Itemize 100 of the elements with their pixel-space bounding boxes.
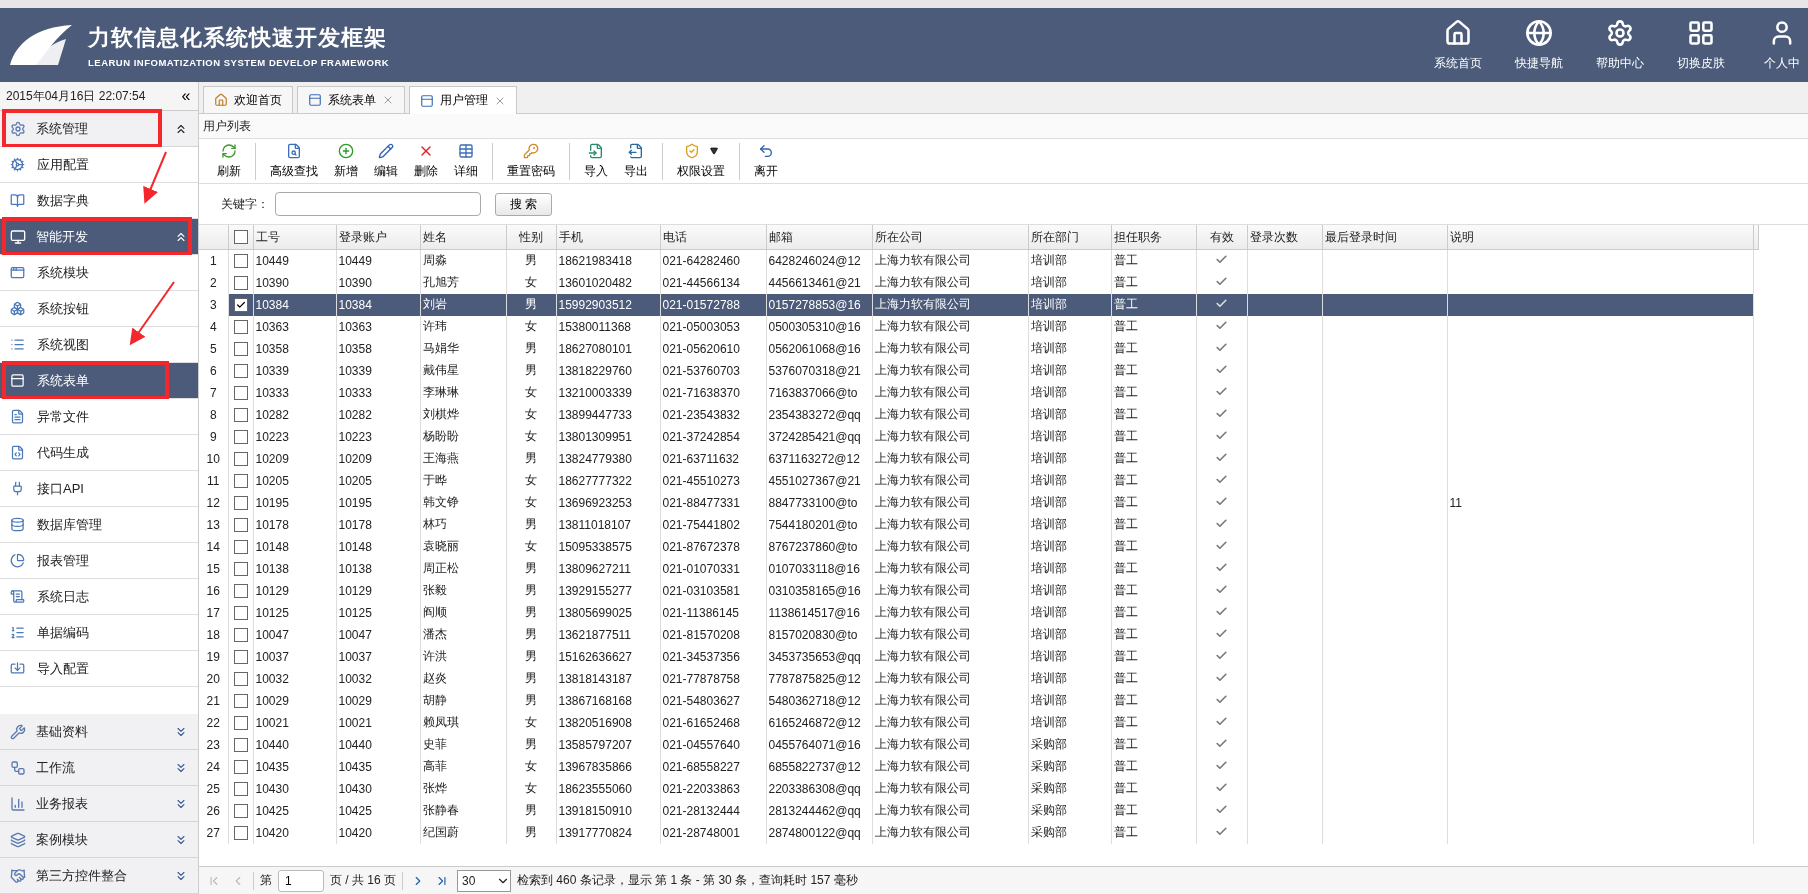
table-cell: 女 — [506, 315, 556, 338]
column-header[interactable]: 所在公司 — [872, 225, 1028, 250]
table-cell: 普工 — [1111, 667, 1196, 690]
row-checkbox[interactable] — [233, 429, 248, 444]
header-nav-button[interactable]: 快捷导航 — [1498, 18, 1579, 72]
column-header[interactable]: 邮箱 — [766, 225, 872, 250]
table-cell: 10384 — [336, 293, 420, 316]
toolbar-button[interactable]: 高级查找 — [262, 142, 326, 180]
toolbar-button[interactable]: 新增 — [326, 142, 366, 180]
sidebar-item[interactable]: 异常文件 — [0, 399, 198, 435]
row-checkbox[interactable] — [233, 451, 248, 466]
table-cell: 10390 — [336, 271, 420, 294]
table-cell: 男 — [506, 821, 556, 844]
tab[interactable]: 欢迎首页 — [203, 86, 293, 113]
keyword-input[interactable] — [275, 192, 481, 216]
tab[interactable]: 用户管理 — [409, 86, 517, 114]
column-header[interactable]: 最后登录时间 — [1322, 225, 1447, 250]
row-checkbox[interactable] — [233, 363, 248, 378]
group-icon — [10, 723, 26, 740]
row-checkbox[interactable] — [233, 341, 248, 356]
row-checkbox[interactable] — [233, 671, 248, 686]
sidebar-item[interactable]: 系统模块 — [0, 255, 198, 291]
row-checkbox[interactable] — [233, 649, 248, 664]
column-header[interactable]: 登录次数 — [1247, 225, 1322, 250]
sidebar-group-header[interactable]: 基础资料 — [0, 714, 198, 750]
sidebar-group-header[interactable]: 智能开发 — [0, 219, 198, 255]
row-checkbox[interactable] — [233, 473, 248, 488]
row-checkbox[interactable] — [233, 297, 248, 312]
toolbar-button[interactable]: 删除 — [406, 142, 446, 180]
row-checkbox[interactable] — [233, 781, 248, 796]
row-checkbox[interactable] — [233, 693, 248, 708]
row-checkbox[interactable] — [233, 759, 248, 774]
table-cell: 采购部 — [1028, 733, 1111, 756]
header-nav-button[interactable]: 系统首页 — [1417, 18, 1498, 72]
table-cell: 培训部 — [1028, 689, 1111, 712]
table-cell: 上海力软有限公司 — [872, 821, 1028, 844]
row-checkbox[interactable] — [233, 627, 248, 642]
select-all-checkbox[interactable] — [233, 230, 248, 245]
column-header[interactable]: 说明 — [1447, 225, 1753, 250]
toolbar-button[interactable]: 刷新 — [209, 142, 249, 180]
column-header[interactable]: 电话 — [660, 225, 766, 250]
table-row[interactable]: 1 10449 10449 周淼 男 18621983418 021-64282460 6428246024@12 上海力软有限公司 培训部 普工 — [199, 249, 1759, 272]
column-header[interactable]: 有效 — [1196, 225, 1247, 250]
sidebar-group-header[interactable]: 工作流 — [0, 750, 198, 786]
row-checkbox[interactable] — [233, 605, 248, 620]
tab[interactable]: 系统表单 — [297, 86, 405, 113]
row-checkbox[interactable] — [233, 319, 248, 334]
table-cell: 男 — [506, 293, 556, 316]
toolbar-button[interactable]: 导出 — [616, 142, 656, 180]
page-input[interactable]: 1 — [278, 869, 324, 892]
table-cell: 刘棋烨 — [420, 403, 506, 426]
table-cell: 021-01070331 — [660, 557, 766, 580]
table-cell: 史菲 — [420, 733, 506, 756]
row-checkbox[interactable] — [233, 539, 248, 554]
toolbar-button[interactable]: 离开 — [746, 142, 786, 180]
row-checkbox[interactable] — [233, 517, 248, 532]
sidebar-group-header[interactable]: 案例模块 — [0, 822, 198, 858]
row-checkbox[interactable] — [233, 275, 248, 290]
header-nav-button[interactable]: 切换皮肤 — [1660, 18, 1741, 72]
toolbar-button[interactable]: 重置密码 — [499, 142, 563, 180]
row-checkbox[interactable] — [233, 737, 248, 752]
sidebar-group-header[interactable]: 业务报表 — [0, 786, 198, 822]
row-checkbox[interactable] — [233, 561, 248, 576]
header-nav-button[interactable]: 帮助中心 — [1579, 18, 1660, 72]
row-checkbox[interactable] — [233, 583, 248, 598]
toolbar-button[interactable]: 编辑 — [366, 142, 406, 180]
search-button[interactable]: 搜 索 — [495, 192, 553, 216]
close-icon[interactable] — [382, 94, 394, 106]
column-header[interactable]: 所在部门 — [1028, 225, 1111, 250]
column-header[interactable]: 工号 — [253, 225, 336, 250]
row-checkbox[interactable] — [233, 385, 248, 400]
sidebar-group-header[interactable]: 第三方控件整合 — [0, 858, 198, 894]
toolbar-button[interactable]: 导入 — [576, 142, 616, 180]
row-checkbox[interactable] — [233, 715, 248, 730]
column-header[interactable]: 姓名 — [420, 225, 506, 250]
table-cell: 10125 — [336, 601, 420, 624]
row-checkbox[interactable] — [233, 407, 248, 422]
row-checkbox[interactable] — [233, 803, 248, 818]
row-checkbox[interactable] — [233, 254, 248, 269]
column-header[interactable]: 担任职务 — [1111, 225, 1196, 250]
table-cell: 15162636627 — [556, 645, 660, 668]
column-header[interactable]: 手机 — [556, 225, 660, 250]
table-cell: 培训部 — [1028, 711, 1111, 734]
column-header[interactable]: 性别 — [506, 225, 556, 250]
page-size-select[interactable]: 30 — [457, 869, 512, 892]
table-cell: 021-11386145 — [660, 601, 766, 624]
collapse-button[interactable]: « — [174, 86, 198, 106]
keyword-label: 关键字： — [221, 195, 269, 213]
table-cell: 13820516908 — [556, 711, 660, 734]
header-nav-button[interactable]: 个人中 — [1741, 18, 1808, 72]
sidebar-group-header[interactable]: 系统管理 — [0, 111, 198, 147]
toolbar-button[interactable]: 权限设置 — [669, 142, 733, 180]
sidebar-item[interactable]: 应用配置 — [0, 147, 198, 183]
row-checkbox[interactable] — [233, 495, 248, 510]
sidebar-item[interactable]: 系统表单 — [0, 363, 198, 399]
toolbar-button[interactable]: 详细 — [446, 142, 486, 180]
row-checkbox[interactable] — [233, 825, 248, 840]
column-header[interactable]: 登录账户 — [336, 225, 420, 250]
table-cell: 10205 — [253, 469, 336, 492]
table-cell: 10021 — [336, 711, 420, 734]
